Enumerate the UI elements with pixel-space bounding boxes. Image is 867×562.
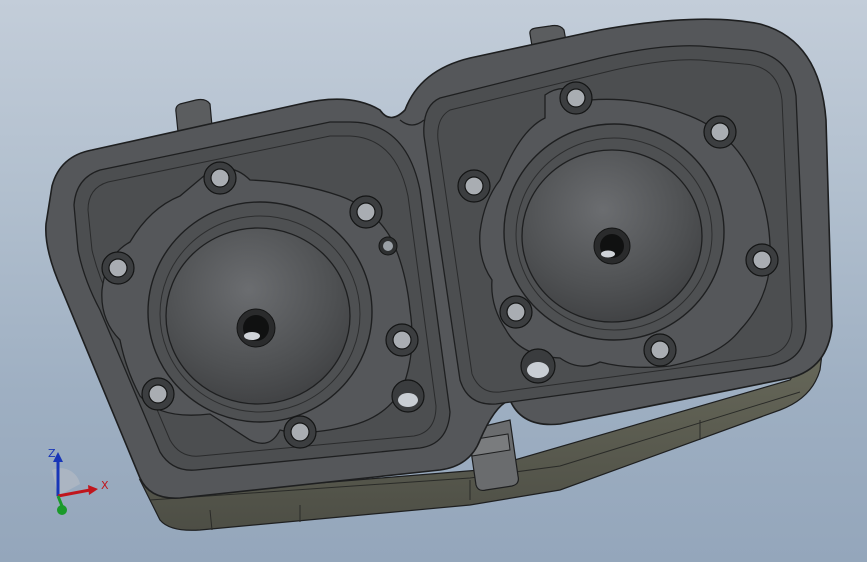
right-small-holes — [520, 348, 556, 384]
graphics-viewport[interactable]: Z X — [0, 0, 867, 562]
y-axis-ball-icon — [57, 505, 67, 515]
left-spark-plug-hole — [236, 308, 276, 348]
y-axis-line — [56, 495, 64, 507]
cylinder-head-model[interactable] — [0, 0, 867, 562]
orientation-triad[interactable]: Z X — [40, 440, 120, 530]
x-axis-label: X — [101, 479, 109, 492]
right-spark-plug-hole — [593, 227, 631, 265]
x-axis-arrow-icon — [88, 485, 98, 495]
z-axis-label: Z — [48, 447, 56, 460]
